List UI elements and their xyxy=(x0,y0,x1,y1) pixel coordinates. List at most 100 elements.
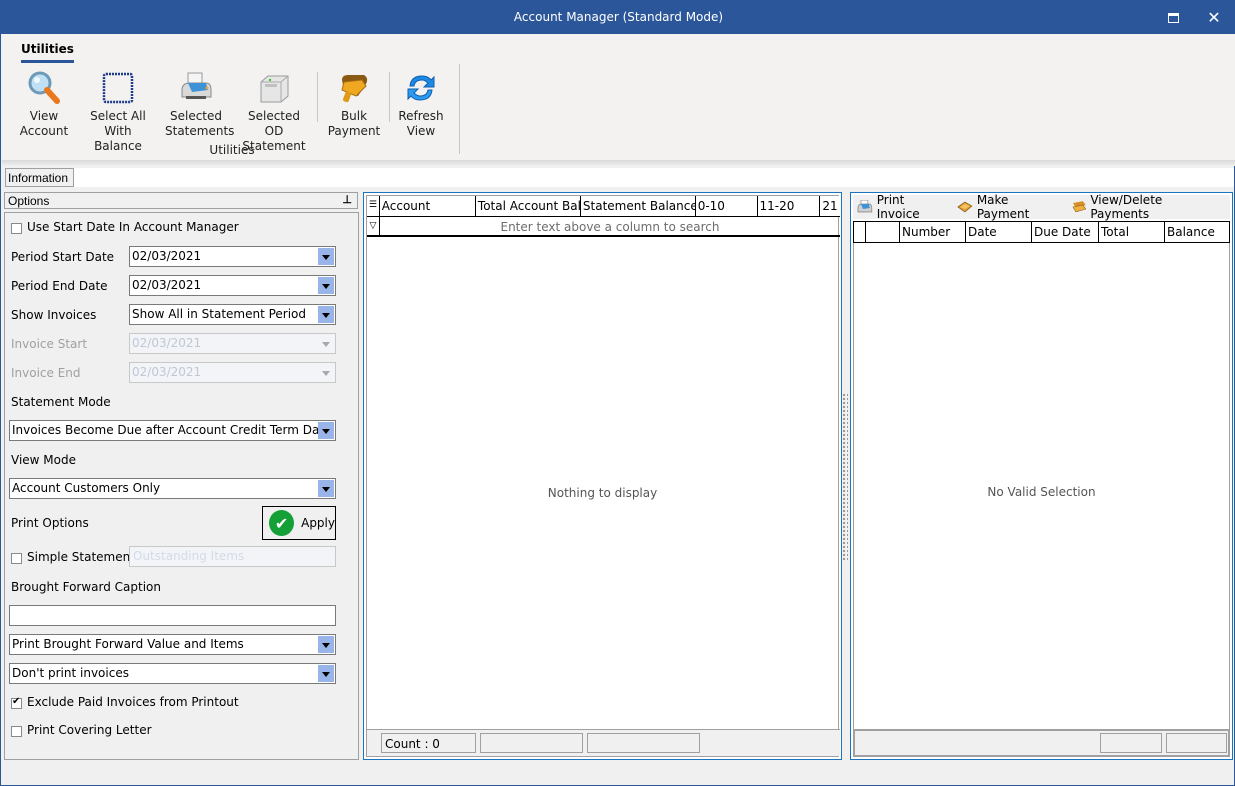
column-header-statement-balance[interactable]: Statement Balance xyxy=(581,196,696,216)
ribbon-shadow xyxy=(2,160,1235,166)
ribbon-separator xyxy=(389,72,390,122)
ribbon-tab-utilities[interactable]: Utilities xyxy=(21,42,74,63)
accounts-grid-header: ☰ Account Total Account Bal... Statement… xyxy=(367,196,840,217)
view-delete-payments-button[interactable]: View/Delete Payments xyxy=(1071,193,1223,221)
invoice-toolbar: Print Invoice Make Payment View/Delete P… xyxy=(853,193,1230,221)
panel-splitter[interactable] xyxy=(842,393,848,561)
print-options-label: Print Options xyxy=(11,516,89,530)
column-header-date[interactable]: Date xyxy=(966,222,1032,242)
printer-icon xyxy=(857,200,873,213)
selected-od-statement-button[interactable]: Selected OD Statement xyxy=(238,70,310,154)
payment-icon xyxy=(957,201,973,213)
refresh-view-button[interactable]: Refresh View xyxy=(395,70,447,139)
dropdown-arrow-icon[interactable] xyxy=(318,277,334,294)
invoice-grid-footer xyxy=(853,729,1230,757)
accounts-grid-footer: Count : 0 xyxy=(367,729,840,756)
column-header-0-10[interactable]: 0-10 xyxy=(696,196,758,216)
view-mode-value: Account Customers Only xyxy=(12,481,161,495)
maximize-button[interactable] xyxy=(1153,1,1193,34)
show-invoices-select[interactable]: Show All in Statement Period xyxy=(129,304,336,325)
covering-letter-checkbox[interactable] xyxy=(11,726,22,737)
make-payment-label: Make Payment xyxy=(976,193,1030,221)
column-header-number[interactable]: Number xyxy=(900,222,966,242)
dropdown-arrow-icon[interactable] xyxy=(318,248,334,265)
print-invoice-button[interactable]: Print Invoice xyxy=(857,193,950,221)
accounts-grid: ☰ Account Total Account Bal... Statement… xyxy=(366,195,840,757)
simple-statement-label: Simple Statement xyxy=(27,550,135,564)
selected-statements-label-2: Statements xyxy=(165,124,235,138)
dropdown-arrow-icon xyxy=(318,335,334,352)
column-header-total-balance[interactable]: Total Account Bal... xyxy=(476,196,581,216)
magnifier-icon xyxy=(28,71,60,104)
selected-od-label-1: Selected OD xyxy=(247,109,301,138)
payments-list-icon xyxy=(1072,201,1086,213)
statement-mode-select[interactable]: Invoices Become Due after Account Credit… xyxy=(9,420,336,441)
dropdown-arrow-icon[interactable] xyxy=(318,422,334,439)
make-payment-button[interactable]: Make Payment xyxy=(957,193,1064,221)
dropdown-arrow-icon[interactable] xyxy=(318,480,334,497)
invoice-end-value: 02/03/2021 xyxy=(132,365,202,379)
view-mode-select[interactable]: Account Customers Only xyxy=(9,478,336,499)
wallet-icon xyxy=(341,75,368,103)
simple-statement-checkbox[interactable] xyxy=(11,553,22,564)
dropdown-arrow-icon[interactable] xyxy=(318,636,334,653)
column-chooser-icon[interactable]: ☰ xyxy=(367,196,380,216)
refresh-view-label-2: View xyxy=(406,124,436,138)
select-all-with-balance-button[interactable]: Select All With Balance xyxy=(81,70,155,154)
apply-label: Apply xyxy=(301,516,335,530)
invoice-end-label: Invoice End xyxy=(11,366,81,380)
bulk-payment-button[interactable]: Bulk Payment xyxy=(326,70,382,139)
column-header-indicator xyxy=(854,222,866,242)
view-account-button[interactable]: View Account xyxy=(17,70,71,139)
footer-summary-cell xyxy=(1100,733,1162,753)
brought-forward-caption-input[interactable] xyxy=(9,605,336,626)
exclude-paid-checkbox[interactable] xyxy=(11,696,22,709)
period-start-date-picker[interactable]: 02/03/2021 xyxy=(129,246,336,267)
dropdown-arrow-icon[interactable] xyxy=(318,665,334,682)
show-invoices-value: Show All in Statement Period xyxy=(132,307,307,321)
apply-button[interactable]: ✔ Apply xyxy=(262,506,336,540)
laser-printer-icon xyxy=(260,75,289,103)
print-invoices-mode-select[interactable]: Don't print invoices xyxy=(9,663,336,684)
column-header-account[interactable]: Account xyxy=(380,196,476,216)
dropdown-arrow-icon[interactable] xyxy=(318,306,334,323)
invoice-empty-message: No Valid Selection xyxy=(987,485,1096,499)
view-account-label-1: View xyxy=(29,109,59,123)
select-all-label-1: Select All xyxy=(90,109,146,123)
information-tab[interactable]: Information xyxy=(5,168,74,187)
close-button[interactable]: ✕ xyxy=(1194,1,1234,34)
ribbon-group-label: Utilities xyxy=(209,143,255,157)
invoice-start-label: Invoice Start xyxy=(11,337,88,351)
invoice-panel-inner: Print Invoice Make Payment View/Delete P… xyxy=(853,193,1230,757)
filter-placeholder: Enter text above a column to search xyxy=(500,220,720,234)
options-panel-header: Options ⊥ xyxy=(4,192,358,209)
options-title: Options xyxy=(8,194,50,208)
exclude-paid-label: Exclude Paid Invoices from Printout xyxy=(27,695,239,709)
invoice-start-value: 02/03/2021 xyxy=(132,336,202,350)
invoice-panel: Print Invoice Make Payment View/Delete P… xyxy=(850,192,1233,760)
filter-icon[interactable]: ▽ xyxy=(367,217,380,235)
brought-forward-mode-value: Print Brought Forward Value and Items xyxy=(12,637,244,651)
period-end-date-picker[interactable]: 02/03/2021 xyxy=(129,275,336,296)
ribbon-group-divider xyxy=(459,64,460,154)
column-header-balance[interactable]: Balance xyxy=(1165,222,1229,242)
checkmark-icon: ✔ xyxy=(269,510,295,536)
column-header-total[interactable]: Total xyxy=(1099,222,1165,242)
column-header-21[interactable]: 21 xyxy=(820,196,840,216)
filter-row[interactable]: ▽ Enter text above a column to search xyxy=(367,217,840,237)
simple-statement-text: Outstanding Items xyxy=(129,546,336,567)
brought-forward-mode-select[interactable]: Print Brought Forward Value and Items xyxy=(9,634,336,655)
view-mode-label: View Mode xyxy=(11,453,76,467)
use-start-date-checkbox[interactable] xyxy=(11,223,22,234)
period-start-value: 02/03/2021 xyxy=(132,249,202,263)
selected-statements-button[interactable]: Selected Statements xyxy=(165,70,235,139)
column-header-11-20[interactable]: 11-20 xyxy=(758,196,821,216)
covering-letter-label: Print Covering Letter xyxy=(27,723,152,737)
column-header-select[interactable] xyxy=(866,222,900,242)
bulk-payment-label-2: Payment xyxy=(327,124,381,138)
column-header-due-date[interactable]: Due Date xyxy=(1032,222,1099,242)
ribbon: Utilities View Account Select All With B… xyxy=(2,34,1235,162)
invoice-end-date-picker: 02/03/2021 xyxy=(129,362,336,383)
pin-icon[interactable]: ⊥ xyxy=(342,193,352,206)
print-invoices-mode-value: Don't print invoices xyxy=(12,666,129,680)
